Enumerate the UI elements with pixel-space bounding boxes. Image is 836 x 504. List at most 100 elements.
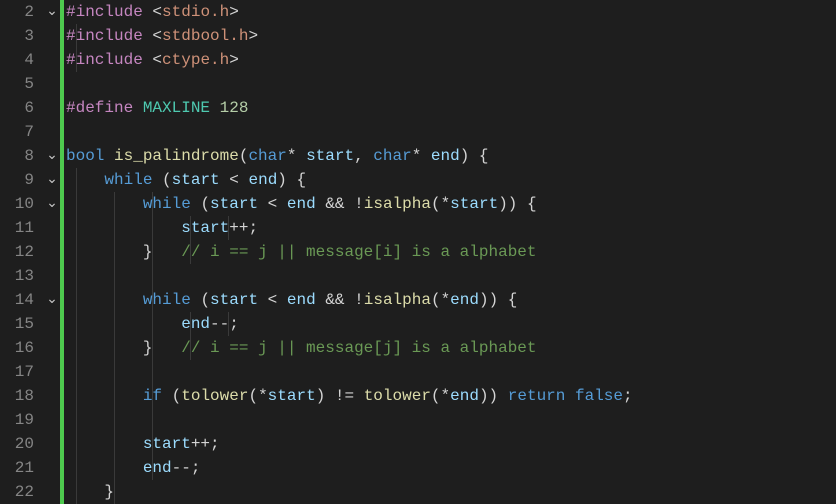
code-line[interactable]: end--; bbox=[66, 456, 836, 480]
code-line[interactable]: if (tolower(*start) != tolower(*end)) re… bbox=[66, 384, 836, 408]
token-punct: > bbox=[248, 27, 258, 45]
token-param: end bbox=[248, 171, 277, 189]
code-line[interactable]: #include <stdbool.h> bbox=[66, 24, 836, 48]
token-op: * bbox=[412, 147, 431, 165]
token-default bbox=[316, 291, 326, 309]
code-line[interactable]: while (start < end && !isalpha(*start)) … bbox=[66, 192, 836, 216]
fold-empty bbox=[44, 456, 60, 480]
token-param: start bbox=[172, 171, 220, 189]
line-number: 12 bbox=[0, 240, 34, 264]
token-default bbox=[66, 171, 104, 189]
code-line[interactable]: } // i == j || message[i] is a alphabet bbox=[66, 240, 836, 264]
line-number: 5 bbox=[0, 72, 34, 96]
token-type: char bbox=[373, 147, 411, 165]
line-number: 19 bbox=[0, 408, 34, 432]
code-line[interactable]: bool is_palindrome(char* start, char* en… bbox=[66, 144, 836, 168]
line-number: 17 bbox=[0, 360, 34, 384]
token-func: tolower bbox=[364, 387, 431, 405]
token-default bbox=[152, 339, 181, 357]
line-number: 9 bbox=[0, 168, 34, 192]
token-param: start bbox=[143, 435, 191, 453]
token-op: -- bbox=[210, 315, 229, 333]
token-op: ! bbox=[354, 195, 364, 213]
token-param: start bbox=[210, 195, 258, 213]
token-default bbox=[152, 243, 181, 261]
token-func: isalpha bbox=[364, 291, 431, 309]
token-default bbox=[66, 195, 143, 213]
token-func: isalpha bbox=[364, 195, 431, 213]
line-number: 8 bbox=[0, 144, 34, 168]
token-default bbox=[277, 291, 287, 309]
token-op: < bbox=[268, 195, 278, 213]
code-line[interactable]: #include <stdio.h> bbox=[66, 0, 836, 24]
indent-guide bbox=[152, 408, 153, 432]
token-punct: ; bbox=[229, 315, 239, 333]
token-param: start bbox=[210, 291, 258, 309]
token-default bbox=[152, 171, 162, 189]
token-punct: ; bbox=[191, 459, 201, 477]
code-line[interactable]: #include <ctype.h> bbox=[66, 48, 836, 72]
token-punct: ( bbox=[431, 195, 441, 213]
token-punct: ) { bbox=[460, 147, 489, 165]
code-area[interactable]: #include <stdio.h>#include <stdbool.h>#i… bbox=[64, 0, 836, 502]
token-string: stdio.h bbox=[162, 3, 229, 21]
token-punct: ; bbox=[210, 435, 220, 453]
code-line[interactable] bbox=[66, 408, 836, 432]
token-param: end bbox=[431, 147, 460, 165]
token-punct: ) { bbox=[277, 171, 306, 189]
token-punct: } bbox=[143, 339, 153, 357]
token-op: * bbox=[441, 291, 451, 309]
code-line[interactable] bbox=[66, 360, 836, 384]
code-line[interactable] bbox=[66, 72, 836, 96]
token-macro: MAXLINE bbox=[143, 99, 210, 117]
fold-empty bbox=[44, 264, 60, 288]
token-param: start bbox=[181, 219, 229, 237]
code-editor[interactable]: 2345678910111213141516171819202122 #incl… bbox=[0, 0, 836, 502]
token-default bbox=[565, 387, 575, 405]
code-line[interactable]: while (start < end) { bbox=[66, 168, 836, 192]
code-line[interactable]: while (start < end && !isalpha(*end)) { bbox=[66, 288, 836, 312]
fold-chevron-icon[interactable] bbox=[44, 144, 60, 168]
fold-chevron-icon[interactable] bbox=[44, 0, 60, 24]
token-punct: < bbox=[152, 27, 162, 45]
token-default bbox=[258, 195, 268, 213]
code-line[interactable] bbox=[66, 120, 836, 144]
token-comment: // i == j || message[j] is a alphabet bbox=[181, 339, 536, 357]
token-default bbox=[210, 99, 220, 117]
token-number: 128 bbox=[220, 99, 249, 117]
token-punct: ( bbox=[431, 291, 441, 309]
token-preproc: #define bbox=[66, 99, 143, 117]
token-op: ++ bbox=[191, 435, 210, 453]
fold-empty bbox=[44, 312, 60, 336]
token-keyword: while bbox=[104, 171, 152, 189]
line-number: 14 bbox=[0, 288, 34, 312]
token-op: ! bbox=[354, 291, 364, 309]
token-default bbox=[66, 339, 143, 357]
code-line[interactable]: start++; bbox=[66, 216, 836, 240]
token-type: bool bbox=[66, 147, 104, 165]
token-op: < bbox=[268, 291, 278, 309]
line-number: 4 bbox=[0, 48, 34, 72]
token-op: * bbox=[441, 195, 451, 213]
fold-chevron-icon[interactable] bbox=[44, 288, 60, 312]
code-line[interactable]: #define MAXLINE 128 bbox=[66, 96, 836, 120]
fold-chevron-icon[interactable] bbox=[44, 192, 60, 216]
code-line[interactable]: end--; bbox=[66, 312, 836, 336]
code-line[interactable] bbox=[66, 264, 836, 288]
code-line[interactable]: } bbox=[66, 480, 836, 504]
token-type: char bbox=[248, 147, 286, 165]
token-param: end bbox=[450, 387, 479, 405]
token-string: stdbool.h bbox=[162, 27, 248, 45]
token-punct: ( bbox=[248, 387, 258, 405]
code-line[interactable]: } // i == j || message[j] is a alphabet bbox=[66, 336, 836, 360]
line-number: 21 bbox=[0, 456, 34, 480]
token-punct: } bbox=[104, 483, 114, 501]
line-number: 2 bbox=[0, 0, 34, 24]
fold-empty bbox=[44, 240, 60, 264]
fold-gutter[interactable] bbox=[44, 0, 60, 502]
token-preproc: #include bbox=[66, 51, 152, 69]
code-line[interactable]: start++; bbox=[66, 432, 836, 456]
indent-guide bbox=[114, 480, 115, 504]
line-number: 7 bbox=[0, 120, 34, 144]
fold-chevron-icon[interactable] bbox=[44, 168, 60, 192]
